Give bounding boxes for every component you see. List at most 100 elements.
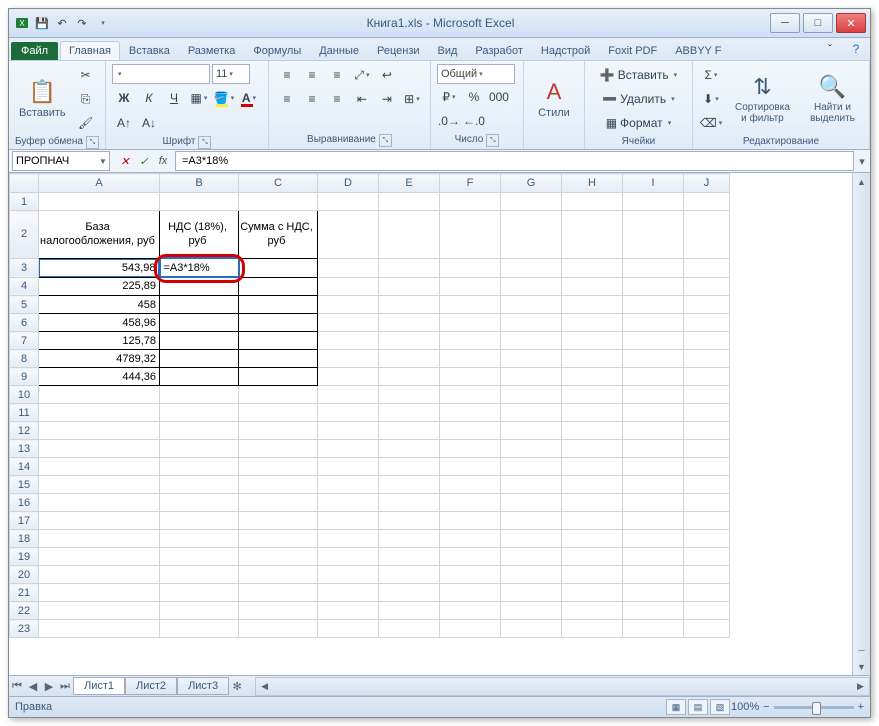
bold-button[interactable]: Ж: [112, 87, 136, 109]
cell-I10[interactable]: [623, 386, 684, 404]
cell-B6[interactable]: [160, 314, 239, 332]
sheet-nav-first-icon[interactable]: ⏮: [9, 680, 25, 693]
row-header-6[interactable]: 6: [10, 314, 39, 332]
cell-D7[interactable]: [318, 332, 379, 350]
name-box-dropdown-icon[interactable]: ▼: [97, 157, 109, 166]
cell-C12[interactable]: [239, 422, 318, 440]
cell-B14[interactable]: [160, 458, 239, 476]
cell-E1[interactable]: [379, 193, 440, 211]
sheet-tab-3[interactable]: Лист3: [177, 677, 229, 695]
cell-E2[interactable]: [379, 211, 440, 259]
cell-H13[interactable]: [562, 440, 623, 458]
increase-indent-icon[interactable]: ⇥: [375, 88, 399, 110]
cell-I17[interactable]: [623, 512, 684, 530]
cell-J23[interactable]: [684, 620, 730, 638]
percent-icon[interactable]: %: [462, 86, 486, 108]
cell-I14[interactable]: [623, 458, 684, 476]
cell-A19[interactable]: [39, 548, 160, 566]
cell-F9[interactable]: [440, 368, 501, 386]
cell-C3[interactable]: [239, 258, 318, 277]
cell-F22[interactable]: [440, 602, 501, 620]
col-header-D[interactable]: D: [318, 174, 379, 193]
cell-A9[interactable]: 444,36: [39, 368, 160, 386]
cell-A16[interactable]: [39, 494, 160, 512]
cell-D3[interactable]: [318, 258, 379, 277]
row-header-5[interactable]: 5: [10, 296, 39, 314]
cell-A11[interactable]: [39, 404, 160, 422]
cell-J3[interactable]: [684, 258, 730, 277]
cell-J19[interactable]: [684, 548, 730, 566]
cell-G18[interactable]: [501, 530, 562, 548]
cell-J2[interactable]: [684, 211, 730, 259]
cancel-formula-icon[interactable]: ✕: [116, 152, 134, 170]
cell-D1[interactable]: [318, 193, 379, 211]
cell-A6[interactable]: 458,96: [39, 314, 160, 332]
row-header-8[interactable]: 8: [10, 350, 39, 368]
paste-button[interactable]: 📋 Вставить: [15, 64, 70, 134]
cell-F7[interactable]: [440, 332, 501, 350]
cell-G2[interactable]: [501, 211, 562, 259]
cell-C5[interactable]: [239, 296, 318, 314]
cell-E18[interactable]: [379, 530, 440, 548]
cell-I13[interactable]: [623, 440, 684, 458]
format-painter-icon[interactable]: 🖌: [74, 112, 98, 134]
cell-D15[interactable]: [318, 476, 379, 494]
cell-C2[interactable]: Сумма с НДС, руб: [239, 211, 318, 259]
cell-A4[interactable]: 225,89: [39, 277, 160, 296]
cell-G5[interactable]: [501, 296, 562, 314]
cell-H9[interactable]: [562, 368, 623, 386]
cell-F16[interactable]: [440, 494, 501, 512]
expand-formula-bar-icon[interactable]: ▾: [854, 155, 870, 168]
cell-C21[interactable]: [239, 584, 318, 602]
merge-icon[interactable]: ⊞: [400, 88, 424, 110]
cell-I22[interactable]: [623, 602, 684, 620]
cell-E16[interactable]: [379, 494, 440, 512]
border-button[interactable]: ▦: [187, 87, 211, 109]
row-header-19[interactable]: 19: [10, 548, 39, 566]
underline-button[interactable]: Ч: [162, 87, 186, 109]
cell-H18[interactable]: [562, 530, 623, 548]
align-right-icon[interactable]: ≡: [325, 88, 349, 110]
cell-C17[interactable]: [239, 512, 318, 530]
cell-F11[interactable]: [440, 404, 501, 422]
cell-I11[interactable]: [623, 404, 684, 422]
col-header-I[interactable]: I: [623, 174, 684, 193]
cell-F5[interactable]: [440, 296, 501, 314]
format-cells-button[interactable]: ▦Формат: [591, 112, 686, 134]
cell-F6[interactable]: [440, 314, 501, 332]
tab-insert[interactable]: Вставка: [120, 41, 179, 60]
cell-B18[interactable]: [160, 530, 239, 548]
cell-I21[interactable]: [623, 584, 684, 602]
tab-developer[interactable]: Разработ: [466, 41, 531, 60]
cell-H8[interactable]: [562, 350, 623, 368]
cell-H6[interactable]: [562, 314, 623, 332]
cell-G12[interactable]: [501, 422, 562, 440]
copy-icon[interactable]: ⎘: [74, 88, 98, 110]
font-launcher-icon[interactable]: ⤡: [198, 136, 211, 149]
tab-foxit[interactable]: Foxit PDF: [599, 41, 666, 60]
cell-C1[interactable]: [239, 193, 318, 211]
insert-cells-button[interactable]: ➕Вставить: [591, 64, 686, 86]
cell-A18[interactable]: [39, 530, 160, 548]
cell-D22[interactable]: [318, 602, 379, 620]
cell-I15[interactable]: [623, 476, 684, 494]
cell-J10[interactable]: [684, 386, 730, 404]
cell-A15[interactable]: [39, 476, 160, 494]
decrease-indent-icon[interactable]: ⇤: [350, 88, 374, 110]
ribbon-minimize-icon[interactable]: ˇ: [818, 38, 842, 60]
cell-A8[interactable]: 4789,32: [39, 350, 160, 368]
cell-J16[interactable]: [684, 494, 730, 512]
cell-F18[interactable]: [440, 530, 501, 548]
cell-D6[interactable]: [318, 314, 379, 332]
cell-H20[interactable]: [562, 566, 623, 584]
cell-D20[interactable]: [318, 566, 379, 584]
name-box-input[interactable]: [13, 155, 97, 167]
close-button[interactable]: ✕: [836, 13, 866, 33]
cell-I4[interactable]: [623, 277, 684, 296]
cell-D12[interactable]: [318, 422, 379, 440]
sheet-tab-1[interactable]: Лист1: [73, 677, 125, 695]
cell-C7[interactable]: [239, 332, 318, 350]
cell-E7[interactable]: [379, 332, 440, 350]
align-middle-icon[interactable]: ≡: [300, 64, 324, 86]
cell-I19[interactable]: [623, 548, 684, 566]
